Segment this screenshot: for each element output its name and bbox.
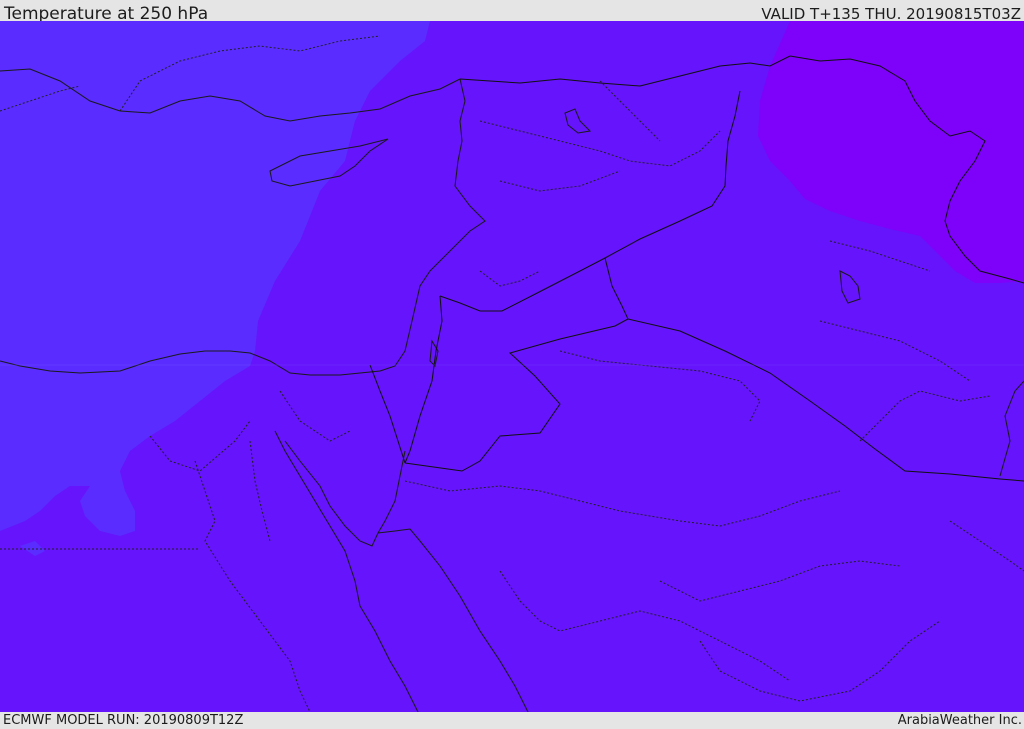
footer-bar: ECMWF MODEL RUN: 20190809T12Z ArabiaWeat… bbox=[0, 712, 1024, 729]
temperature-map[interactable] bbox=[0, 21, 1024, 712]
weather-map-frame: Temperature at 250 hPa VALID T+135 THU. … bbox=[0, 0, 1024, 729]
header-bar: Temperature at 250 hPa VALID T+135 THU. … bbox=[0, 0, 1024, 24]
map-canvas[interactable] bbox=[0, 21, 1024, 712]
credit-label: ArabiaWeather Inc. bbox=[897, 713, 1022, 728]
model-run-label: ECMWF MODEL RUN: 20190809T12Z bbox=[3, 713, 244, 728]
